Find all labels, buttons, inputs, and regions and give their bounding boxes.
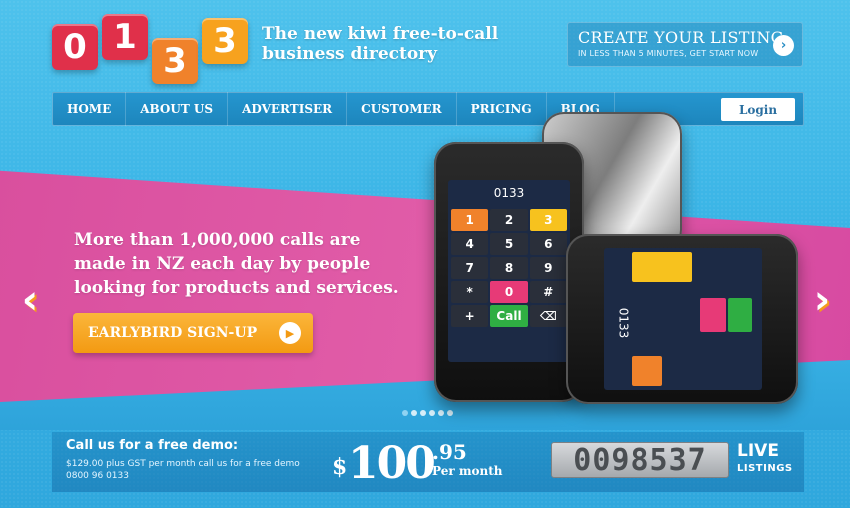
phone-side-screen: 0133 — [604, 248, 762, 390]
phone-front-image: 0133 1 2 3 4 5 6 7 8 9 * 0 # + Call ⌫ — [434, 142, 584, 402]
phone-keypad: 1 2 3 4 5 6 7 8 9 * 0 # + Call ⌫ — [448, 206, 570, 330]
live-label: LIVE — [737, 441, 779, 461]
key-9: 9 — [529, 257, 567, 279]
call-demo-phone: 0800 96 0133 — [66, 471, 129, 481]
side-key-pink — [700, 298, 726, 332]
tagline: The new kiwi free-to-call business direc… — [262, 24, 499, 64]
earlybird-signup-button[interactable]: EARLYBIRD SIGN-UP ▶ — [73, 313, 313, 353]
price-per-month: Per month — [432, 464, 503, 478]
cta-subtitle: IN LESS THAN 5 MINUTES, GET START NOW — [578, 49, 759, 58]
key-5: 5 — [490, 233, 528, 255]
logo[interactable]: 0 1 3 3 — [52, 14, 252, 84]
side-call-key — [728, 298, 752, 332]
backspace-icon: ⌫ — [529, 305, 567, 327]
key-star: * — [451, 281, 489, 303]
key-4: 4 — [451, 233, 489, 255]
phone-display: 0133 — [493, 186, 525, 200]
logo-tile-4: 3 — [202, 18, 248, 64]
slide-dot[interactable] — [438, 410, 444, 416]
slide-dot[interactable] — [411, 410, 417, 416]
nav-home[interactable]: HOME — [53, 92, 127, 126]
prev-slide-arrow[interactable]: ‹ — [14, 280, 46, 320]
side-key-yellow — [632, 252, 692, 282]
next-slide-arrow[interactable]: › — [806, 280, 838, 320]
key-7: 7 — [451, 257, 489, 279]
slide-dots — [402, 410, 453, 416]
key-6: 6 — [529, 233, 567, 255]
slide-dot[interactable] — [429, 410, 435, 416]
phone-side-display: 0133 — [616, 307, 631, 339]
slide-dot[interactable] — [447, 410, 453, 416]
create-listing-button[interactable]: CREATE YOUR LISTING IN LESS THAN 5 MINUT… — [567, 22, 803, 67]
listings-label: LISTINGS — [737, 463, 793, 474]
slide-dot[interactable] — [402, 410, 408, 416]
nav-pricing[interactable]: PRICING — [457, 92, 547, 126]
logo-tile-1: 0 — [52, 24, 98, 70]
key-2: 2 — [490, 209, 528, 231]
key-hash: # — [529, 281, 567, 303]
main-nav: HOME ABOUT US ADVERTISER CUSTOMER PRICIN… — [52, 92, 804, 126]
call-demo-line1: $129.00 plus GST per month call us for a… — [66, 459, 300, 469]
logo-tile-3: 3 — [152, 38, 198, 84]
signup-label: EARLYBIRD SIGN-UP — [88, 325, 258, 341]
price-dollar: $ — [332, 454, 348, 480]
live-listings-label: LIVE LISTINGS — [737, 443, 793, 477]
login-button[interactable]: Login — [721, 98, 795, 121]
hero-headline: More than 1,000,000 calls are made in NZ… — [74, 230, 399, 298]
add-contact-icon: + — [451, 305, 489, 327]
nav-about-us[interactable]: ABOUT US — [126, 92, 229, 126]
call-demo-title: Call us for a free demo: — [66, 438, 239, 453]
listings-counter: 0098537 — [551, 442, 729, 478]
logo-tile-2: 1 — [102, 14, 148, 60]
side-key-orange — [632, 356, 662, 386]
call-demo-text: $129.00 plus GST per month call us for a… — [66, 458, 300, 482]
call-key: Call — [490, 305, 528, 327]
key-0: 0 — [490, 281, 528, 303]
phone-side-image: 0133 — [566, 234, 798, 404]
cta-title: CREATE YOUR LISTING — [578, 28, 784, 47]
key-3: 3 — [529, 209, 567, 231]
play-icon: ▶ — [279, 322, 301, 344]
slide-dot[interactable] — [420, 410, 426, 416]
price-main: 100 — [348, 438, 436, 489]
key-1: 1 — [451, 209, 489, 231]
chevron-right-icon: › — [773, 35, 794, 56]
key-8: 8 — [490, 257, 528, 279]
price-cents: .95 — [432, 440, 467, 464]
phone-front-screen: 0133 1 2 3 4 5 6 7 8 9 * 0 # + Call ⌫ — [448, 180, 570, 362]
nav-customer[interactable]: CUSTOMER — [347, 92, 457, 126]
nav-advertiser[interactable]: ADVERTISER — [228, 92, 348, 126]
